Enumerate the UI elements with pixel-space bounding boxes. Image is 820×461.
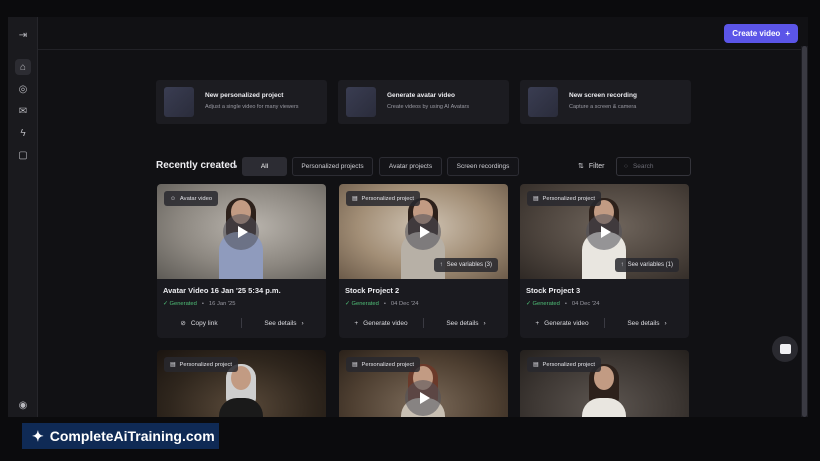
video-card[interactable]: ▤ Personalized project ↑ See variables (3)… xyxy=(339,184,508,338)
video-thumbnail[interactable]: ▤ Personalized project ↑ See variables (1) xyxy=(520,184,689,279)
chat-icon xyxy=(779,344,791,354)
assets-icon[interactable]: ▢ xyxy=(15,147,31,163)
type-badge: ▤ Personalized project xyxy=(346,357,421,372)
tab-personalized-projects[interactable]: Personalized projects xyxy=(292,157,373,176)
tab-avatar-projects[interactable]: Avatar projects xyxy=(379,157,442,176)
plus-icon: + xyxy=(354,319,359,327)
top-bar: Create video + xyxy=(38,17,808,50)
see-details-button[interactable]: See details › xyxy=(424,320,508,327)
chevron-right-icon: › xyxy=(301,319,304,327)
plus-icon: + xyxy=(535,319,540,327)
integrations-icon[interactable]: ϟ xyxy=(15,125,31,141)
personalized-project-thumbnail xyxy=(164,87,194,117)
type-badge: ▤ Personalized project xyxy=(164,357,239,372)
quick-action-title: New screen recording xyxy=(569,92,637,99)
sparkle-icon: ✦ xyxy=(32,427,44,444)
collapse-sidebar-icon[interactable]: ⇥ xyxy=(15,27,31,43)
document-icon: ▤ xyxy=(352,195,358,202)
video-thumbnail[interactable]: ☺ Avatar video xyxy=(157,184,326,279)
search-placeholder: Search xyxy=(632,163,654,170)
document-icon: ▤ xyxy=(533,361,539,368)
scrollbar-thumb[interactable] xyxy=(802,46,807,417)
type-badge: ▤ Personalized project xyxy=(346,191,421,206)
document-icon: ▤ xyxy=(533,195,539,202)
account-icon[interactable]: ◉ xyxy=(15,397,31,413)
play-icon[interactable] xyxy=(586,214,622,250)
see-variables-button[interactable]: ↑ See variables (1) xyxy=(614,258,679,272)
link-icon: ⊘ xyxy=(180,320,186,327)
type-badge: ▤ Personalized project xyxy=(527,191,602,206)
video-card[interactable]: ▤ Personalized project xyxy=(520,350,689,417)
watermark-text: CompleteAiTraining.com xyxy=(49,428,215,444)
new-screen-recording-card[interactable]: New screen recording Capture a screen & … xyxy=(520,80,691,124)
arrow-up-icon: ↑ xyxy=(439,262,443,268)
campaigns-icon[interactable]: ✉ xyxy=(15,103,31,119)
video-thumbnail[interactable]: ▤ Personalized project ↑ See variables (3) xyxy=(339,184,508,279)
video-thumbnail[interactable]: ▤ Personalized project xyxy=(520,350,689,417)
see-details-button[interactable]: See details › xyxy=(605,320,689,327)
quick-action-desc: Adjust a single video for many viewers xyxy=(205,104,299,110)
explore-icon[interactable]: ◎ xyxy=(15,81,31,97)
filter-icon: ⇅ xyxy=(578,163,584,170)
quick-action-title: Generate avatar video xyxy=(387,92,455,99)
create-video-button[interactable]: Create video + xyxy=(724,24,798,43)
video-status: ✓ Generated • 04 Dec '24 xyxy=(526,301,600,307)
tab-screen-recordings[interactable]: Screen recordings xyxy=(447,157,519,176)
play-icon[interactable] xyxy=(405,380,441,416)
video-status: ✓ Generated • 04 Dec '24 xyxy=(345,301,419,307)
sidebar: ⇥ ⌂ ◎ ✉ ϟ ▢ ◉ xyxy=(8,17,38,417)
plus-icon: + xyxy=(785,29,790,38)
search-input[interactable]: ○ Search xyxy=(616,157,691,176)
see-details-button[interactable]: See details › xyxy=(242,320,326,327)
chevron-right-icon: › xyxy=(483,319,486,327)
filter-label: Filter xyxy=(588,162,605,170)
video-card[interactable]: ▤ Personalized project ↑ See variables (1)… xyxy=(520,184,689,338)
home-icon[interactable]: ⌂ xyxy=(15,59,31,75)
type-badge: ☺ Avatar video xyxy=(164,191,219,206)
arrow-up-icon: ↑ xyxy=(620,262,624,268)
play-icon[interactable] xyxy=(405,214,441,250)
play-icon[interactable] xyxy=(223,214,259,250)
type-badge: ▤ Personalized project xyxy=(527,357,602,372)
video-card[interactable]: ☺ Avatar video Avatar Video 16 Jan '25 5:… xyxy=(157,184,326,338)
video-card[interactable]: ▤ Personalized project xyxy=(157,350,326,417)
filter-button[interactable]: ⇅ Filter xyxy=(578,162,605,171)
section-dot xyxy=(234,165,237,168)
copy-link-button[interactable]: ⊘ Copy link xyxy=(157,319,241,328)
tab-all[interactable]: All xyxy=(242,157,287,176)
video-title: Stock Project 2 xyxy=(345,286,400,295)
document-icon: ▤ xyxy=(352,361,358,368)
search-icon: ○ xyxy=(624,163,628,170)
see-variables-button[interactable]: ↑ See variables (3) xyxy=(433,258,498,272)
avatar-icon: ☺ xyxy=(170,195,176,202)
avatar-video-thumbnail xyxy=(346,87,376,117)
video-card[interactable]: ▤ Personalized project xyxy=(339,350,508,417)
video-thumbnail[interactable]: ▤ Personalized project xyxy=(157,350,326,417)
new-personalized-project-card[interactable]: New personalized project Adjust a single… xyxy=(156,80,327,124)
create-video-label: Create video xyxy=(732,29,781,38)
video-title: Avatar Video 16 Jan '25 5:34 p.m. xyxy=(163,286,281,295)
quick-action-desc: Create videos by using AI Avatars xyxy=(387,104,470,110)
quick-action-title: New personalized project xyxy=(205,92,284,99)
chevron-right-icon: › xyxy=(664,319,667,327)
screen-recording-thumbnail xyxy=(528,87,558,117)
document-icon: ▤ xyxy=(170,361,176,368)
chat-support-button[interactable] xyxy=(772,336,798,362)
video-title: Stock Project 3 xyxy=(526,286,581,295)
video-status: ✓ Generated • 16 Jan '25 xyxy=(163,301,236,307)
section-title: Recently created xyxy=(156,160,237,171)
generate-avatar-video-card[interactable]: Generate avatar video Create videos by u… xyxy=(338,80,509,124)
video-thumbnail[interactable]: ▤ Personalized project xyxy=(339,350,508,417)
watermark-logo: ✦ CompleteAiTraining.com xyxy=(22,423,219,449)
generate-video-button[interactable]: + Generate video xyxy=(339,320,423,327)
generate-video-button[interactable]: + Generate video xyxy=(520,320,604,327)
quick-action-desc: Capture a screen & camera xyxy=(569,104,637,110)
app-window: ⇥ ⌂ ◎ ✉ ϟ ▢ ◉ Create video + New persona… xyxy=(8,17,808,417)
